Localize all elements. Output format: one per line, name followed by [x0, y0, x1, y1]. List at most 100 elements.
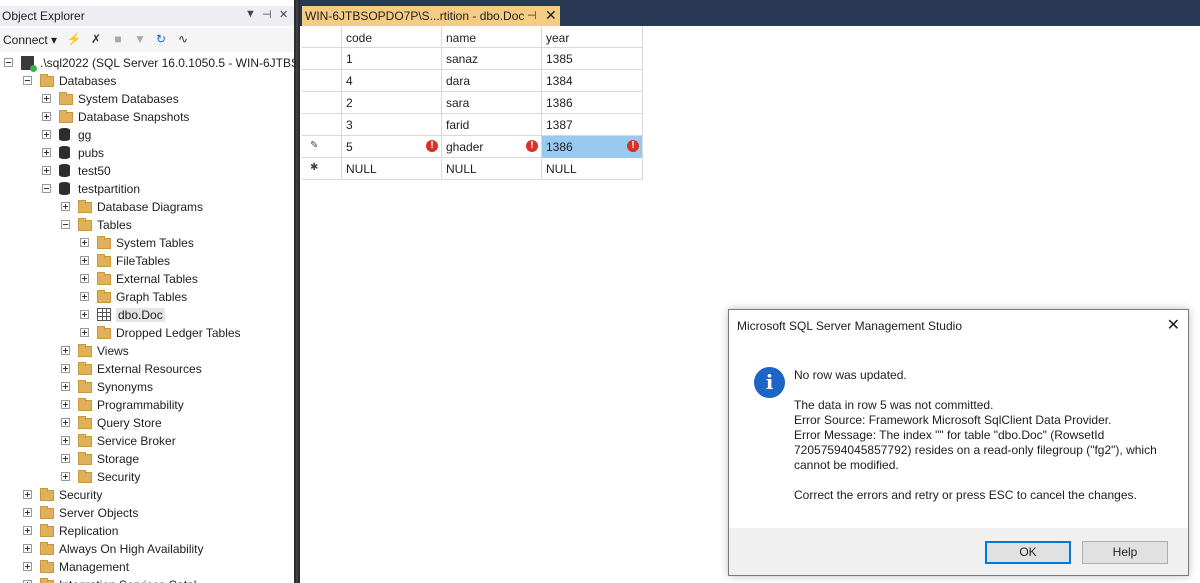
grid-cell[interactable]: NULL	[542, 158, 643, 180]
auto-hide-pin-icon[interactable]: ⊣	[262, 8, 272, 21]
row-selector[interactable]	[302, 114, 342, 136]
expand-icon[interactable]	[23, 526, 32, 535]
tree-node[interactable]: Synonyms	[0, 378, 294, 396]
tree-node[interactable]: Security	[0, 468, 294, 486]
row-selector[interactable]	[302, 92, 342, 114]
expand-icon[interactable]	[61, 202, 70, 211]
pin-tab-icon[interactable]: ⊣	[527, 9, 537, 22]
row-selector[interactable]: ✱	[302, 158, 342, 180]
grid-cell[interactable]: 1386!	[542, 136, 643, 158]
expand-icon[interactable]	[23, 508, 32, 517]
expand-icon[interactable]	[23, 562, 32, 571]
close-icon[interactable]: ✕	[279, 8, 288, 21]
column-header[interactable]: name	[442, 26, 542, 48]
expand-icon[interactable]	[61, 436, 70, 445]
tree-node[interactable]: External Resources	[0, 360, 294, 378]
disconnect-icon[interactable]: ✗	[88, 31, 104, 47]
tree-node[interactable]: Databases	[0, 72, 294, 90]
grid-cell[interactable]: 1385	[542, 48, 643, 70]
grid-cell[interactable]: sara	[442, 92, 542, 114]
refresh-icon[interactable]: ↻	[153, 31, 169, 47]
tree-node[interactable]: Service Broker	[0, 432, 294, 450]
grid-cell[interactable]: 1386	[542, 92, 643, 114]
activity-monitor-icon[interactable]: ∿	[175, 31, 191, 47]
tree-node[interactable]: System Tables	[0, 234, 294, 252]
connect-plug-icon[interactable]: ⚡	[66, 31, 82, 47]
expand-icon[interactable]	[61, 382, 70, 391]
expand-icon[interactable]	[80, 292, 89, 301]
tree-node[interactable]: gg	[0, 126, 294, 144]
collapse-icon[interactable]	[4, 58, 13, 67]
expand-icon[interactable]	[61, 472, 70, 481]
tree-node[interactable]: Programmability	[0, 396, 294, 414]
tree-node[interactable]: Database Diagrams	[0, 198, 294, 216]
expand-icon[interactable]	[61, 400, 70, 409]
expand-icon[interactable]	[23, 490, 32, 499]
grid-cell[interactable]: farid	[442, 114, 542, 136]
grid-cell[interactable]: sanaz	[442, 48, 542, 70]
tree-node[interactable]: Management	[0, 558, 294, 576]
tree-node[interactable]: Dropped Ledger Tables	[0, 324, 294, 342]
tree-node[interactable]: testpartition	[0, 180, 294, 198]
expand-icon[interactable]	[61, 418, 70, 427]
tree-node[interactable]: Graph Tables	[0, 288, 294, 306]
tree-node[interactable]: External Tables	[0, 270, 294, 288]
grid-cell[interactable]: 1384	[542, 70, 643, 92]
tree-node[interactable]: Query Store	[0, 414, 294, 432]
expand-icon[interactable]	[42, 166, 51, 175]
expand-icon[interactable]	[80, 274, 89, 283]
grid-cell[interactable]: 4	[342, 70, 442, 92]
tree-node[interactable]: Views	[0, 342, 294, 360]
collapse-icon[interactable]	[61, 220, 70, 229]
expand-icon[interactable]	[80, 328, 89, 337]
grid-cell[interactable]: dara	[442, 70, 542, 92]
expand-icon[interactable]	[23, 544, 32, 553]
tree-node[interactable]: test50	[0, 162, 294, 180]
tree-node[interactable]: dbo.Doc	[0, 306, 294, 324]
ok-button[interactable]: OK	[985, 541, 1071, 564]
tree-node[interactable]: FileTables	[0, 252, 294, 270]
close-tab-icon[interactable]: ✕	[545, 7, 557, 24]
row-selector[interactable]: ✎	[302, 136, 342, 158]
tree-node[interactable]: System Databases	[0, 90, 294, 108]
grid-cell[interactable]: 1	[342, 48, 442, 70]
expand-icon[interactable]	[61, 454, 70, 463]
window-position-dropdown-icon[interactable]: ▼	[245, 8, 256, 20]
row-selector[interactable]	[302, 70, 342, 92]
expand-icon[interactable]	[42, 94, 51, 103]
tree-node[interactable]: Storage	[0, 450, 294, 468]
expand-icon[interactable]	[80, 310, 89, 319]
panel-splitter[interactable]	[294, 0, 300, 583]
help-button[interactable]: Help	[1082, 541, 1168, 564]
filter-icon[interactable]: ▼	[132, 31, 148, 47]
document-tab[interactable]: WIN-6JTBSOPDO7P\S...rtition - dbo.Doc ⊣ …	[302, 6, 560, 26]
collapse-icon[interactable]	[23, 76, 32, 85]
grid-cell[interactable]: 5!	[342, 136, 442, 158]
expand-icon[interactable]	[61, 364, 70, 373]
grid-cell[interactable]: ghader!	[442, 136, 542, 158]
column-header[interactable]: year	[542, 26, 643, 48]
tree-node[interactable]: Replication	[0, 522, 294, 540]
expand-icon[interactable]	[42, 148, 51, 157]
tree-node[interactable]: .\sql2022 (SQL Server 16.0.1050.5 - WIN-…	[0, 54, 294, 72]
grid-cell[interactable]: 1387	[542, 114, 643, 136]
grid-cell[interactable]: NULL	[442, 158, 542, 180]
expand-icon[interactable]	[42, 112, 51, 121]
tree-node[interactable]: Database Snapshots	[0, 108, 294, 126]
tree-node[interactable]: Server Objects	[0, 504, 294, 522]
collapse-icon[interactable]	[42, 184, 51, 193]
expand-icon[interactable]	[42, 130, 51, 139]
grid-cell[interactable]: 3	[342, 114, 442, 136]
expand-icon[interactable]	[80, 256, 89, 265]
connect-button[interactable]: Connect ▾	[3, 33, 57, 47]
expand-icon[interactable]	[61, 346, 70, 355]
row-selector[interactable]	[302, 48, 342, 70]
column-header[interactable]: code	[342, 26, 442, 48]
grid-cell[interactable]: NULL	[342, 158, 442, 180]
tree-node[interactable]: Tables	[0, 216, 294, 234]
expand-icon[interactable]	[80, 238, 89, 247]
grid-cell[interactable]: 2	[342, 92, 442, 114]
tree-node[interactable]: Integration Services Catal	[0, 576, 294, 583]
tree-node[interactable]: Always On High Availability	[0, 540, 294, 558]
grid-corner-cell[interactable]	[302, 26, 342, 48]
